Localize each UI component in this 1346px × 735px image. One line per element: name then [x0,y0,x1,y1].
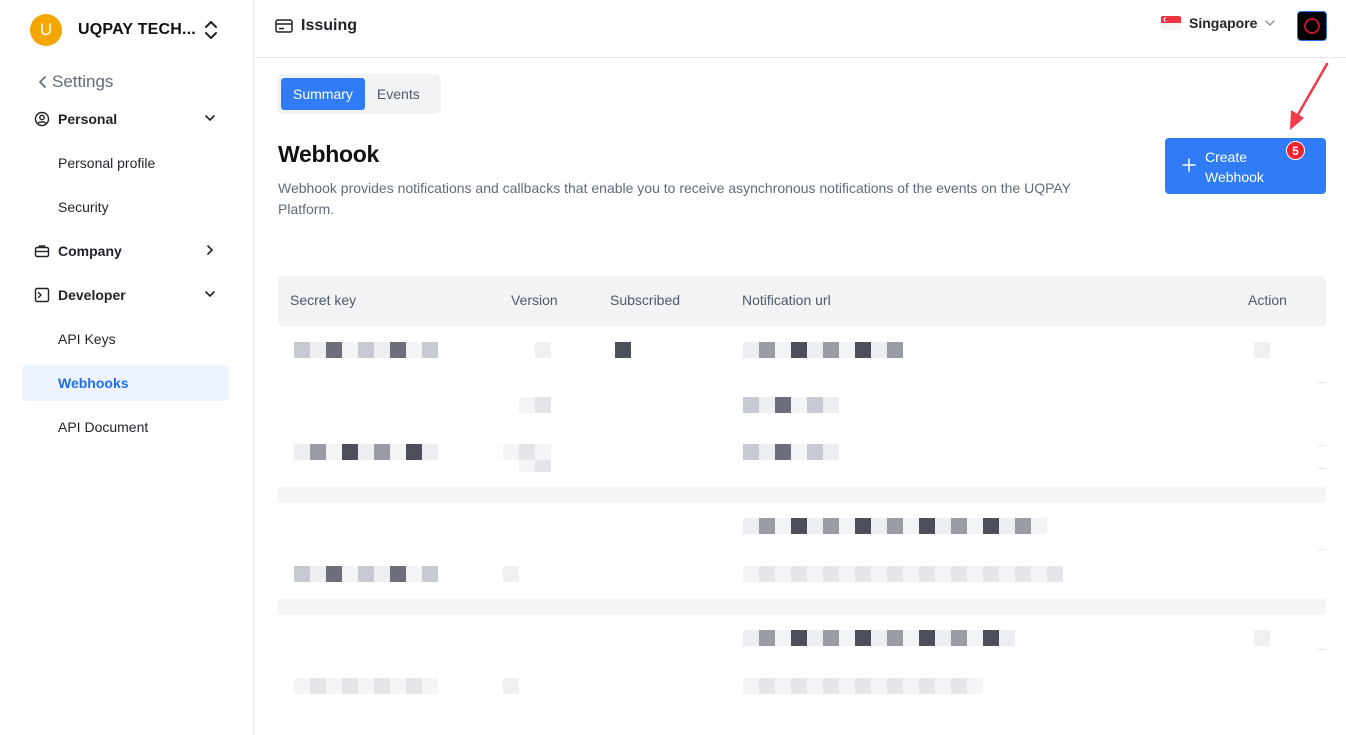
header-title: Issuing [275,17,357,35]
annotation-arrow-icon [1290,62,1329,130]
sidebar-item-label: Personal profile [58,155,156,171]
sidebar: U UQPAY TECH... Settings Personal Person… [0,0,254,735]
region-selector[interactable]: Singapore [1161,15,1276,31]
nav-group-developer[interactable]: Developer [34,284,220,306]
redacted-secret-key [294,678,438,694]
redacted-notification-url [743,397,839,413]
nav-group-company[interactable]: Company [34,240,220,262]
back-to-settings[interactable]: Settings [38,72,113,92]
nav-group-label: Company [58,243,122,259]
redacted-version [535,342,551,358]
sidebar-item-label: API Keys [58,331,116,347]
singapore-flag-icon [1161,16,1181,30]
nav-group-label: Personal [58,111,118,127]
redacted-notification-url [743,678,983,694]
region-label: Singapore [1189,15,1258,31]
row-separator-band [278,487,1326,503]
org-avatar: U [30,14,62,46]
column-header-secret-key: Secret key [290,292,357,308]
table-row[interactable] [278,615,1326,663]
redacted-notification-url [743,342,903,358]
row-divider [1318,649,1326,650]
table-row[interactable] [278,326,1326,472]
chevron-right-icon [207,245,214,255]
tab-bar: Summary Events [277,74,441,114]
org-name: UQPAY TECH... [78,21,196,38]
chevron-updown-icon[interactable] [204,20,218,40]
row-divider [1318,468,1326,469]
card-icon [275,19,293,33]
row-separator-band [278,599,1326,615]
redacted-version [503,566,519,582]
avatar-emblem-icon [1304,18,1320,34]
column-header-subscribed: Subscribed [610,292,681,308]
tab-summary[interactable]: Summary [281,78,365,110]
chevron-down-icon [1265,20,1276,26]
create-webhook-label: Create Webhook [1205,149,1264,185]
back-label: Settings [52,72,114,91]
table-row[interactable] [278,438,1326,487]
top-header: Issuing Singapore [255,0,1346,58]
redacted-secret-key [294,444,438,460]
redacted-action[interactable] [1254,630,1270,646]
redacted-version [519,397,551,413]
table-row[interactable] [278,390,1326,446]
sidebar-item-webhooks[interactable]: Webhooks [22,365,229,401]
table-row[interactable] [278,551,1326,599]
sidebar-item-api-document[interactable]: API Document [22,409,229,445]
user-circle-icon [34,111,50,127]
sidebar-item-api-keys[interactable]: API Keys [22,321,229,357]
table-row[interactable] [278,663,1326,711]
sidebar-item-label: Security [58,199,109,215]
plus-icon [1182,158,1196,172]
redacted-action[interactable] [1254,342,1270,358]
app-root: U UQPAY TECH... Settings Personal Person… [0,0,1346,735]
sidebar-item-label: API Document [58,419,149,435]
header-title-text: Issuing [301,17,358,34]
sidebar-item-label: Webhooks [58,375,129,391]
redacted-version [503,678,519,694]
sidebar-item-security[interactable]: Security [22,189,229,225]
chevron-down-icon [205,291,215,298]
column-header-notification-url: Notification url [742,292,831,308]
step-badge: 5 [1286,141,1305,160]
row-divider [1318,549,1326,550]
column-header-version: Version [511,292,558,308]
org-switcher[interactable]: U UQPAY TECH... [30,14,230,46]
page-description: Webhook provides notifications and callb… [278,180,1071,217]
table-header: Secret key Version Subscribed Notificati… [278,276,1326,326]
redacted-version [503,444,551,460]
chevron-down-icon [205,115,215,122]
chevron-left-icon [38,76,46,88]
briefcase-icon [34,245,50,258]
redacted-secret-key [294,566,438,582]
tab-events[interactable]: Events [365,78,432,110]
column-header-action: Action [1248,292,1287,308]
page-title: Webhook [278,141,379,167]
nav-group-personal[interactable]: Personal [34,108,220,130]
redacted-secret-key [294,342,438,358]
redacted-notification-url [743,566,1063,582]
user-avatar[interactable] [1297,11,1327,41]
redacted-notification-url [743,630,1015,646]
webhook-table: Secret key Version Subscribed Notificati… [278,276,1326,711]
table-row[interactable] [278,503,1326,551]
sidebar-item-personal-profile[interactable]: Personal profile [22,145,229,181]
terminal-icon [34,287,50,303]
redacted-notification-url [743,444,839,460]
redacted-subscribed [615,342,631,358]
redacted-notification-url [743,518,1047,534]
row-divider [1318,382,1326,383]
nav-group-label: Developer [58,287,126,303]
